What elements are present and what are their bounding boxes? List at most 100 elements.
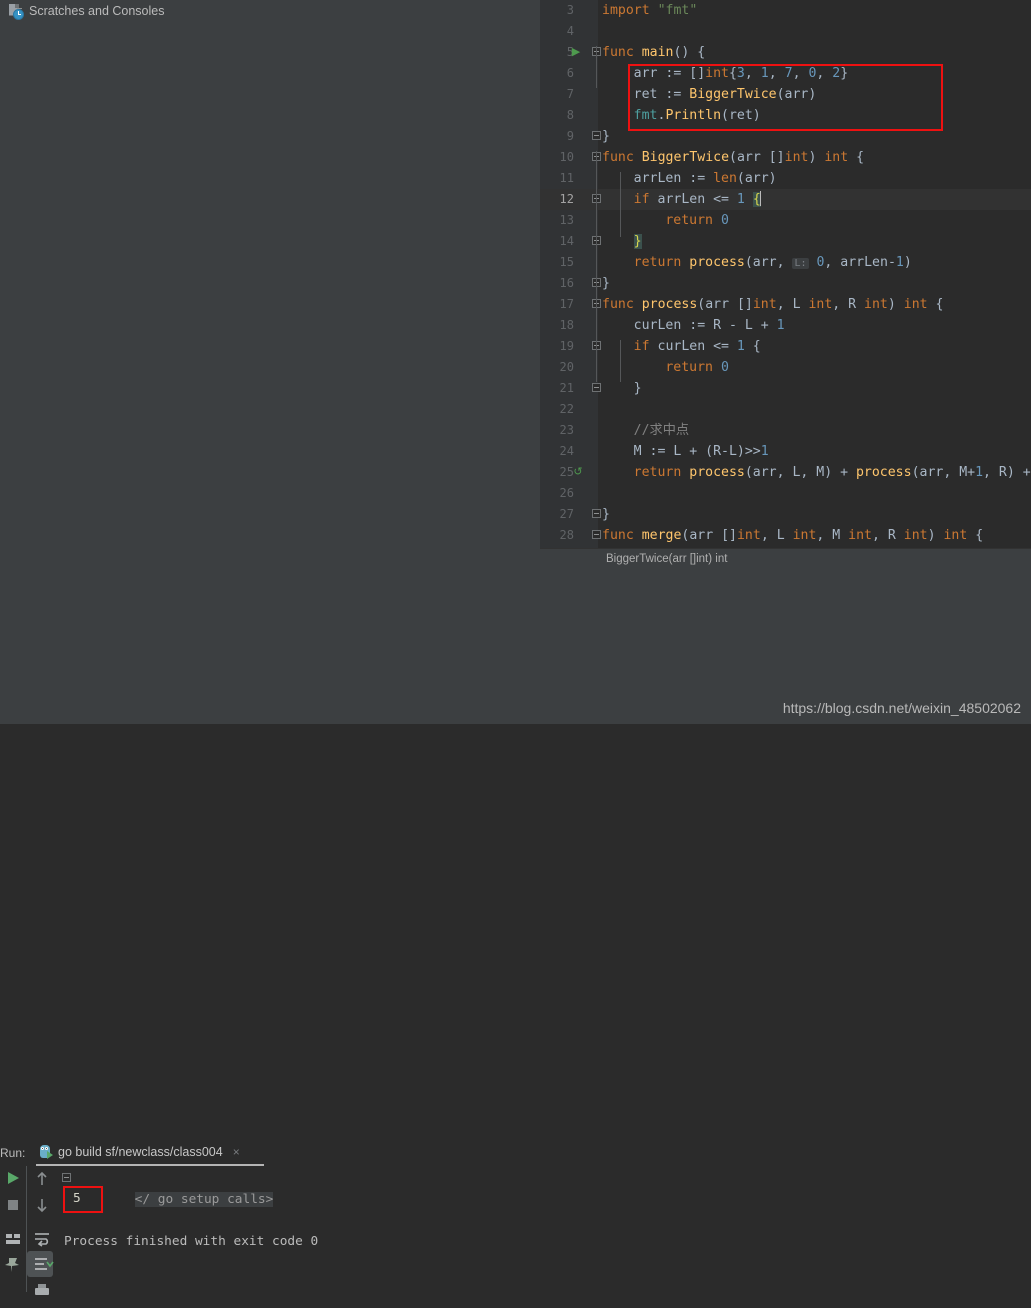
pin-tab-button[interactable] xyxy=(0,1252,26,1278)
layout-button[interactable] xyxy=(0,1226,26,1252)
console-folded-line[interactable]: </ go setup calls> xyxy=(73,1168,274,1231)
code-line[interactable]: 20 return 0 xyxy=(540,357,1031,378)
code-line[interactable]: 18 curLen := R - L + 1 xyxy=(540,315,1031,336)
code-text: arr := []int{3, 1, 7, 0, 2} xyxy=(633,66,849,81)
code-text: } xyxy=(602,507,610,522)
code-line[interactable]: 23 //求中点 xyxy=(540,420,1031,441)
recursion-gutter-icon: ↺ xyxy=(573,466,583,478)
breadcrumb-text: BiggerTwice(arr []int) int xyxy=(606,553,728,565)
console-exit-line: Process finished with exit code 0 xyxy=(64,1234,319,1249)
line-number: 14 xyxy=(559,234,574,248)
down-stack-button[interactable] xyxy=(27,1192,53,1218)
parameter-hint-badge: L: xyxy=(792,258,809,269)
code-line[interactable]: 11 arrLen := len(arr) xyxy=(540,168,1031,189)
line-number: 26 xyxy=(559,486,574,500)
watermark-text: https://blog.csdn.net/weixin_48502062 xyxy=(782,700,1021,716)
code-text: func main() { xyxy=(602,45,706,60)
run-tab-title: go build sf/newclass/class004 xyxy=(58,1145,223,1159)
code-line[interactable]: 24 M := L + (R-L)>>1 xyxy=(540,441,1031,462)
fold-guide-line xyxy=(620,340,621,382)
fold-end-icon[interactable] xyxy=(592,509,601,518)
code-line[interactable]: 17 func process(arr []int, L int, R int) … xyxy=(540,294,1031,315)
code-text: } xyxy=(602,129,610,144)
project-tool-window[interactable]: Scratches and Consoles xyxy=(0,0,540,568)
code-editor[interactable]: 3 import "fmt" 4 5 ▶ func main() { 6 arr := []i… xyxy=(540,0,1031,548)
code-line[interactable]: 10 func BiggerTwice(arr []int) int { xyxy=(540,147,1031,168)
code-text: func merge(arr []int, L int, M int, R in… xyxy=(602,528,984,543)
rerun-button[interactable] xyxy=(0,1166,26,1192)
breadcrumb-bar[interactable]: BiggerTwice(arr []int) int xyxy=(540,548,1031,569)
line-number: 9 xyxy=(566,129,574,143)
fold-end-icon[interactable] xyxy=(592,383,601,392)
scroll-to-end-button[interactable] xyxy=(27,1251,54,1277)
fold-guide-line xyxy=(596,46,597,88)
code-line[interactable]: 4 xyxy=(540,21,1031,42)
fold-end-icon[interactable] xyxy=(592,131,601,140)
line-number: 8 xyxy=(566,108,574,122)
line-number: 11 xyxy=(559,171,574,185)
line-number: 3 xyxy=(566,3,574,17)
code-text: arrLen := len(arr) xyxy=(633,171,777,186)
code-line[interactable]: 19 if curLen <= 1 { xyxy=(540,336,1031,357)
code-text: curLen := R - L + 1 xyxy=(633,318,785,333)
stop-button[interactable] xyxy=(0,1192,26,1218)
code-line[interactable]: 14} xyxy=(540,231,1031,252)
fold-toggle-icon[interactable] xyxy=(592,530,601,539)
code-line[interactable]: 25 ↺ return process(arr, L, M) + process(a… xyxy=(540,462,1031,483)
code-text: func process(arr []int, L int, R int) in… xyxy=(602,297,944,312)
line-number: 21 xyxy=(559,381,574,395)
code-line[interactable]: 8 fmt.Println(ret) xyxy=(540,105,1031,126)
close-icon[interactable]: × xyxy=(233,1145,240,1159)
line-number: 18 xyxy=(559,318,574,332)
code-text: } xyxy=(602,276,610,291)
run-toolbar-right xyxy=(26,1166,57,1295)
code-text: if curLen <= 1 { xyxy=(633,339,761,354)
run-panel-label: Run: xyxy=(0,1146,26,1160)
run-gutter-icon[interactable]: ▶ xyxy=(570,42,582,63)
code-text: func BiggerTwice(arr []int) int { xyxy=(602,150,865,165)
code-line[interactable]: 22 xyxy=(540,399,1031,420)
code-text: } xyxy=(633,234,642,249)
code-line[interactable]: 6 arr := []int{3, 1, 7, 0, 2} xyxy=(540,63,1031,84)
fold-guide-line xyxy=(620,172,621,237)
code-line[interactable]: 21} xyxy=(540,378,1031,399)
code-text: ret := BiggerTwice(arr) xyxy=(633,87,817,102)
line-number: 27 xyxy=(559,507,574,521)
run-console[interactable]: </ go setup calls> 5 Process finished wi… xyxy=(57,1166,1031,1292)
code-text: return 0 xyxy=(665,213,729,228)
code-line[interactable]: 9} xyxy=(540,126,1031,147)
code-line[interactable]: 12 if arrLen <= 1 { xyxy=(540,189,1031,210)
line-number: 16 xyxy=(559,276,574,290)
code-line[interactable]: 5 ▶ func main() { xyxy=(540,42,1031,63)
code-line[interactable]: 7 ret := BiggerTwice(arr) xyxy=(540,84,1031,105)
line-number: 24 xyxy=(559,444,574,458)
line-number: 4 xyxy=(566,24,574,38)
line-number: 5 xyxy=(566,45,574,59)
run-tab-bar: go build sf/newclass/class004 × xyxy=(38,1140,268,1164)
line-number: 12 xyxy=(559,192,574,206)
tree-item-scratches-and-consoles[interactable]: Scratches and Consoles xyxy=(8,2,165,21)
code-line[interactable]: 27} xyxy=(540,504,1031,525)
code-line[interactable]: 13 return 0 xyxy=(540,210,1031,231)
editor-code-area[interactable]: 3 import "fmt" 4 5 ▶ func main() { 6 arr := []i… xyxy=(540,0,1031,548)
line-number: 17 xyxy=(559,297,574,311)
code-line[interactable]: 3 import "fmt" xyxy=(540,0,1031,21)
code-text: fmt.Println(ret) xyxy=(633,108,761,123)
up-stack-button[interactable] xyxy=(27,1166,53,1192)
code-line[interactable]: 28 func merge(arr []int, L int, M int, R … xyxy=(540,525,1031,546)
line-number: 28 xyxy=(559,528,574,542)
line-number: 7 xyxy=(566,87,574,101)
line-number: 20 xyxy=(559,360,574,374)
line-number: 15 xyxy=(559,255,574,269)
soft-wrap-button[interactable] xyxy=(27,1225,53,1251)
line-number: 10 xyxy=(559,150,574,164)
print-button[interactable] xyxy=(27,1277,53,1303)
code-line[interactable]: 15 return process(arr, L: 0, arrLen-1) xyxy=(540,252,1031,273)
run-toolbar-left xyxy=(0,1166,26,1292)
code-line[interactable]: 16} xyxy=(540,273,1031,294)
code-line[interactable]: 26 xyxy=(540,483,1031,504)
run-tab[interactable]: go build sf/newclass/class004 × xyxy=(38,1140,268,1164)
fold-toggle-icon[interactable] xyxy=(62,1173,71,1182)
code-text: //求中点 xyxy=(633,423,690,438)
ide-window: Scratches and Consoles 3 import "fmt" 4 5 ▶ f… xyxy=(0,0,1031,1295)
